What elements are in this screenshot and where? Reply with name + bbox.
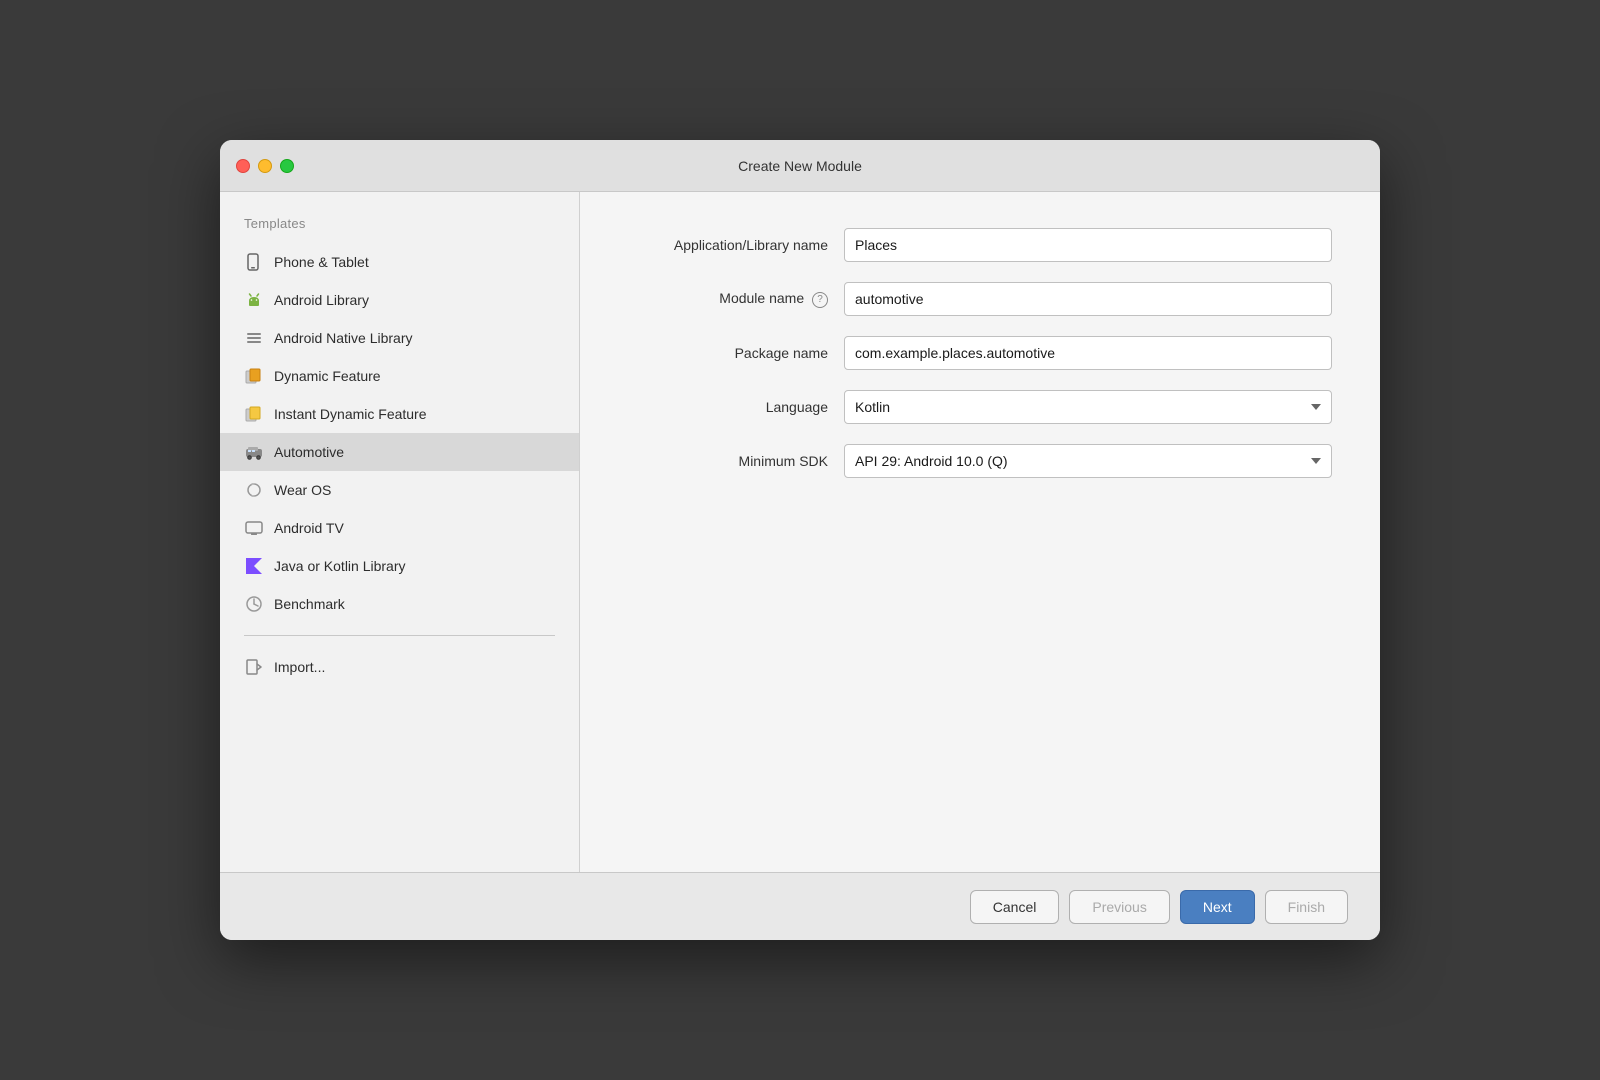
wear-os-icon (244, 480, 264, 500)
sidebar-divider (244, 635, 555, 636)
sidebar-section-label: Templates (220, 216, 579, 243)
android-tv-icon (244, 518, 264, 538)
sidebar-item-label-android-native: Android Native Library (274, 330, 413, 346)
native-icon (244, 328, 264, 348)
sidebar-item-benchmark[interactable]: Benchmark (220, 585, 579, 623)
package-name-label: Package name (628, 345, 828, 361)
main-window: Create New Module Templates Phone & Tabl… (220, 140, 1380, 940)
sidebar-item-label-dynamic-feature: Dynamic Feature (274, 368, 381, 384)
kotlin-icon (244, 556, 264, 576)
maximize-button[interactable] (280, 159, 294, 173)
module-name-help-icon[interactable]: ? (812, 292, 828, 308)
sidebar: Templates Phone & Tablet (220, 192, 580, 872)
benchmark-icon (244, 594, 264, 614)
package-name-row: Package name (628, 336, 1332, 370)
sidebar-item-android-library[interactable]: Android Library (220, 281, 579, 319)
sidebar-item-label-android-library: Android Library (274, 292, 369, 308)
app-library-name-label: Application/Library name (628, 237, 828, 253)
sidebar-item-label-kotlin-library: Java or Kotlin Library (274, 558, 406, 574)
sidebar-item-wear-os[interactable]: Wear OS (220, 471, 579, 509)
traffic-lights (236, 159, 294, 173)
package-name-input[interactable] (844, 336, 1332, 370)
instant-dynamic-icon (244, 404, 264, 424)
sidebar-item-android-tv[interactable]: Android TV (220, 509, 579, 547)
minimize-button[interactable] (258, 159, 272, 173)
sidebar-item-phone-tablet[interactable]: Phone & Tablet (220, 243, 579, 281)
automotive-icon (244, 442, 264, 462)
language-label: Language (628, 399, 828, 415)
next-button[interactable]: Next (1180, 890, 1255, 924)
dynamic-icon (244, 366, 264, 386)
main-content: Application/Library name Module name ? P… (580, 192, 1380, 872)
title-bar: Create New Module (220, 140, 1380, 192)
finish-button[interactable]: Finish (1265, 890, 1348, 924)
language-select[interactable]: Kotlin Java (844, 390, 1332, 424)
sidebar-item-instant-dynamic[interactable]: Instant Dynamic Feature (220, 395, 579, 433)
sidebar-item-import[interactable]: Import... (220, 648, 579, 686)
module-name-row: Module name ? (628, 282, 1332, 316)
window-title: Create New Module (738, 158, 862, 174)
cancel-button[interactable]: Cancel (970, 890, 1060, 924)
sidebar-item-automotive[interactable]: Automotive (220, 433, 579, 471)
phone-icon (244, 252, 264, 272)
min-sdk-label: Minimum SDK (628, 453, 828, 469)
android-icon (244, 290, 264, 310)
app-library-name-input[interactable] (844, 228, 1332, 262)
sidebar-item-label-automotive: Automotive (274, 444, 344, 460)
sidebar-item-android-native[interactable]: Android Native Library (220, 319, 579, 357)
language-row: Language Kotlin Java (628, 390, 1332, 424)
sidebar-item-label-wear-os: Wear OS (274, 482, 331, 498)
sidebar-item-label-import: Import... (274, 659, 325, 675)
sidebar-item-kotlin-library[interactable]: Java or Kotlin Library (220, 547, 579, 585)
sidebar-item-dynamic-feature[interactable]: Dynamic Feature (220, 357, 579, 395)
sidebar-item-label-android-tv: Android TV (274, 520, 344, 536)
import-icon (244, 657, 264, 677)
previous-button[interactable]: Previous (1069, 890, 1169, 924)
close-button[interactable] (236, 159, 250, 173)
sidebar-item-label-instant-dynamic: Instant Dynamic Feature (274, 406, 427, 422)
window-body: Templates Phone & Tablet (220, 192, 1380, 872)
app-library-name-row: Application/Library name (628, 228, 1332, 262)
sidebar-item-label-phone-tablet: Phone & Tablet (274, 254, 369, 270)
footer: Cancel Previous Next Finish (220, 872, 1380, 940)
sidebar-item-label-benchmark: Benchmark (274, 596, 345, 612)
min-sdk-row: Minimum SDK API 16: Android 4.1 (Jelly B… (628, 444, 1332, 478)
min-sdk-select[interactable]: API 16: Android 4.1 (Jelly Bean) API 21:… (844, 444, 1332, 478)
module-name-input[interactable] (844, 282, 1332, 316)
module-name-label: Module name ? (628, 290, 828, 307)
